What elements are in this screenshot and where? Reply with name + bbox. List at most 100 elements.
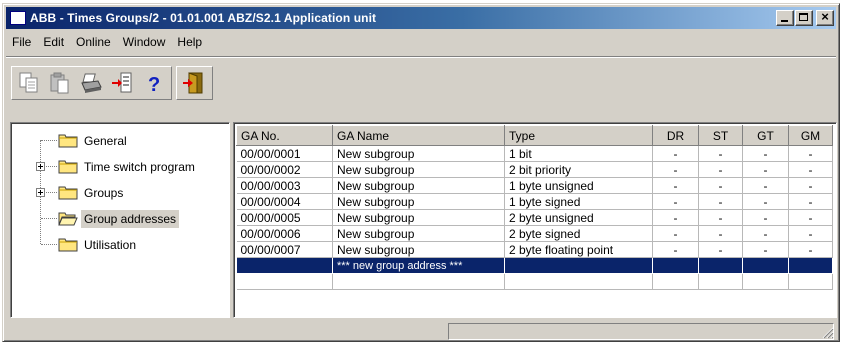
cell-gm[interactable]: - <box>788 161 833 178</box>
cell-gt[interactable] <box>742 257 789 274</box>
cell-st[interactable]: - <box>698 225 743 242</box>
group-address-grid[interactable]: GA No. GA Name Type DR ST GT GM 00/00/00… <box>233 122 837 318</box>
table-row[interactable]: 00/00/0006 New subgroup 2 byte signed ---- <box>236 225 833 242</box>
cell-type[interactable]: 2 byte signed <box>504 225 653 242</box>
cell-dr[interactable]: - <box>652 193 699 210</box>
cell-type[interactable]: 1 byte unsigned <box>504 177 653 194</box>
menu-edit[interactable]: Edit <box>37 33 70 51</box>
cell-dr[interactable]: - <box>652 209 699 226</box>
cell-ga-no[interactable]: 00/00/0001 <box>236 145 333 162</box>
menu-window[interactable]: Window <box>117 33 172 51</box>
new-group-address-row[interactable]: *** new group address *** <box>236 257 833 274</box>
cell-dr[interactable]: - <box>652 145 699 162</box>
cell-ga-name[interactable]: New subgroup <box>332 193 505 210</box>
expand-icon[interactable] <box>36 162 45 171</box>
cell-dr[interactable]: - <box>652 177 699 194</box>
tree-item-utilisation[interactable]: Utilisation <box>11 233 229 259</box>
cell-type[interactable]: 1 byte signed <box>504 193 653 210</box>
column-header-st[interactable]: ST <box>698 125 743 146</box>
cell-st[interactable]: - <box>698 161 743 178</box>
cell-gt[interactable]: - <box>742 241 789 258</box>
cell-ga-name[interactable]: New subgroup <box>332 225 505 242</box>
cell-gt[interactable]: - <box>742 225 789 242</box>
cell-gm[interactable] <box>788 257 833 274</box>
table-row[interactable]: 00/00/0005 New subgroup 2 byte unsigned --… <box>236 209 833 226</box>
cell-gm[interactable]: - <box>788 193 833 210</box>
minimize-button[interactable] <box>776 10 794 26</box>
cell-ga-no[interactable]: 00/00/0005 <box>236 209 333 226</box>
cell-gm[interactable]: - <box>788 241 833 258</box>
cell-gt[interactable]: - <box>742 193 789 210</box>
cell-ga-name[interactable]: New subgroup <box>332 209 505 226</box>
cell-ga-no[interactable]: 00/00/0002 <box>236 161 333 178</box>
cell-ga-no[interactable]: 00/00/0004 <box>236 193 333 210</box>
cell-ga-no[interactable]: 00/00/0007 <box>236 241 333 258</box>
tree-item-time-switch-program[interactable]: Time switch program <box>11 155 229 181</box>
cell-ga-name[interactable]: New subgroup <box>332 241 505 258</box>
cell-type[interactable]: 2 bit priority <box>504 161 653 178</box>
column-header-gt[interactable]: GT <box>742 125 789 146</box>
cell-ga-name[interactable]: New subgroup <box>332 145 505 162</box>
cell-dr[interactable] <box>652 257 699 274</box>
cell-ga-no[interactable]: 00/00/0006 <box>236 225 333 242</box>
cell-type[interactable]: 2 byte unsigned <box>504 209 653 226</box>
table-row[interactable]: 00/00/0002 New subgroup 2 bit priority ---… <box>236 161 833 178</box>
cell-ga-no[interactable]: 00/00/0003 <box>236 177 333 194</box>
cell-ga-no[interactable] <box>236 257 333 274</box>
navigation-tree[interactable]: General Time switch program Groups Group… <box>10 122 230 318</box>
tree-item-label: Time switch program <box>84 160 195 174</box>
cell-gt[interactable]: - <box>742 177 789 194</box>
cell-gm[interactable]: - <box>788 225 833 242</box>
cell-gm[interactable]: - <box>788 145 833 162</box>
menu-help[interactable]: Help <box>171 33 208 51</box>
table-row[interactable]: 00/00/0003 New subgroup 1 byte unsigned --… <box>236 177 833 194</box>
cell-dr[interactable]: - <box>652 241 699 258</box>
toolbar-group-exit <box>176 66 213 100</box>
new-group-address-cell[interactable]: *** new group address *** <box>332 257 505 274</box>
cell-ga-name[interactable]: New subgroup <box>332 161 505 178</box>
cell-type[interactable]: 2 byte floating point <box>504 241 653 258</box>
cell-type[interactable] <box>504 257 653 274</box>
tree-item-group-addresses[interactable]: Group addresses <box>11 207 229 233</box>
cell-dr[interactable]: - <box>652 225 699 242</box>
title-bar[interactable]: ABB - Times Groups/2 - 01.01.001 ABZ/S2.… <box>6 7 836 29</box>
column-header-dr[interactable]: DR <box>652 125 699 146</box>
cell-type[interactable]: 1 bit <box>504 145 653 162</box>
help-button[interactable]: ? <box>138 69 168 97</box>
cell-gt[interactable]: - <box>742 209 789 226</box>
menu-online[interactable]: Online <box>70 33 117 51</box>
exit-button[interactable] <box>179 69 209 97</box>
column-header-gm[interactable]: GM <box>788 125 833 146</box>
close-button[interactable]: × <box>816 9 834 26</box>
cell-gt[interactable]: - <box>742 161 789 178</box>
cell-gm[interactable]: - <box>788 209 833 226</box>
table-row[interactable]: 00/00/0007 New subgroup 2 byte floating po… <box>236 241 833 258</box>
cell-st[interactable]: - <box>698 209 743 226</box>
print-button[interactable] <box>76 69 106 97</box>
table-row[interactable]: 00/00/0004 New subgroup 1 byte signed ---- <box>236 193 833 210</box>
tree-item-groups[interactable]: Groups <box>11 181 229 207</box>
maximize-button[interactable] <box>795 10 813 26</box>
folder-icon <box>58 134 78 148</box>
cell-st[interactable]: - <box>698 145 743 162</box>
menu-file[interactable]: File <box>6 33 37 51</box>
cell-dr[interactable]: - <box>652 161 699 178</box>
paste-button[interactable] <box>45 69 75 97</box>
column-header-type[interactable]: Type <box>504 125 653 146</box>
tree-item-general[interactable]: General <box>11 129 229 155</box>
column-header-ga-no[interactable]: GA No. <box>236 125 333 146</box>
table-row[interactable]: 00/00/0001 New subgroup 1 bit ---- <box>236 145 833 162</box>
cell-gm[interactable]: - <box>788 177 833 194</box>
import-icon <box>112 72 132 93</box>
column-header-ga-name[interactable]: GA Name <box>332 125 505 146</box>
cell-st[interactable] <box>698 257 743 274</box>
resize-grip-icon[interactable] <box>822 327 834 339</box>
cell-st[interactable]: - <box>698 177 743 194</box>
cell-st[interactable]: - <box>698 241 743 258</box>
import-button[interactable] <box>107 69 137 97</box>
cell-ga-name[interactable]: New subgroup <box>332 177 505 194</box>
expand-icon[interactable] <box>36 188 45 197</box>
cell-st[interactable]: - <box>698 193 743 210</box>
cell-gt[interactable]: - <box>742 145 789 162</box>
copy-button[interactable] <box>14 69 44 97</box>
